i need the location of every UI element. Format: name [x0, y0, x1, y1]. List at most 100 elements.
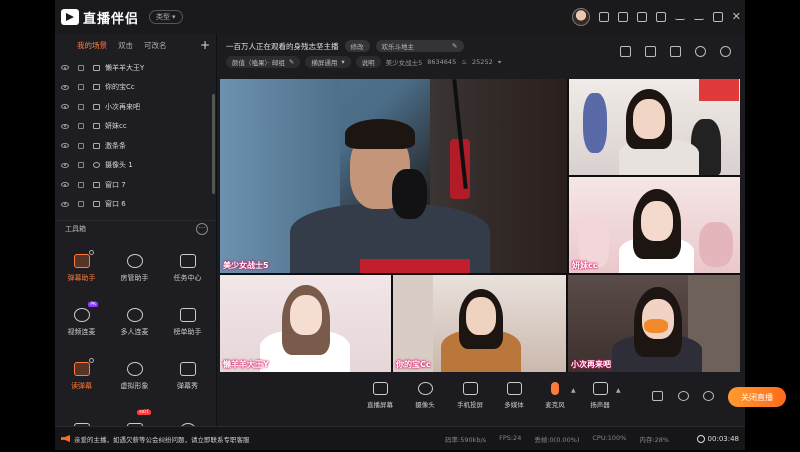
phone-cast-button[interactable]: 手机投屏 [448, 382, 492, 409]
message-icon[interactable] [598, 12, 609, 22]
add-scene-icon[interactable]: + [200, 38, 210, 52]
video-cell-bottom-right[interactable]: 小次再来吧 [568, 275, 740, 372]
chevron-down-icon: ▾ [341, 58, 345, 66]
tool-virtual-avatar[interactable]: 虚拟形象 [108, 354, 161, 398]
tool-label: 房管助手 [120, 273, 149, 282]
image-icon [93, 103, 100, 110]
title-bar: 直播伴侣 类型 ▾ ✕ [55, 0, 745, 34]
lock-icon[interactable] [78, 142, 84, 149]
more-icon[interactable]: ··· [196, 223, 208, 235]
lock-icon[interactable] [78, 123, 84, 130]
lock-icon[interactable] [78, 162, 84, 169]
category-label: 颜值（嗑果）· 邮组 [232, 59, 285, 67]
minimize-icon[interactable] [693, 14, 704, 20]
screen-share-icon[interactable] [636, 12, 647, 22]
share-icon[interactable] [720, 46, 731, 57]
camera-button[interactable]: 摄像头 [403, 382, 447, 409]
source-item[interactable]: 你的宝Cc [55, 78, 216, 98]
notice-icon[interactable] [617, 12, 628, 22]
app-logo: 直播伴侣 [61, 8, 139, 27]
eye-icon[interactable] [61, 104, 69, 110]
lock-icon[interactable] [78, 181, 84, 188]
video-cell-main[interactable]: 美少女战士5 [220, 79, 567, 273]
stream-title: 一百万人正在观看的身残志坚主播 [226, 41, 339, 51]
bottom-tool-label: 扬声器 [590, 401, 610, 409]
tool-danmaku-assistant[interactable]: 弹幕助手 [55, 246, 108, 290]
stream-stats: 码率:590kb/s FPS:24 丢帧:0(0.00%) CPU:100% 内… [445, 434, 669, 444]
scene-tab-1[interactable]: 双击 [118, 40, 133, 51]
read-danmaku-icon [73, 361, 90, 376]
bell-icon[interactable] [695, 46, 706, 57]
video-cell-mid-right[interactable]: 妍妹cc [569, 177, 740, 273]
type-button[interactable]: 类型 ▾ [149, 10, 183, 24]
gear-icon[interactable] [89, 250, 94, 255]
lock-icon[interactable] [78, 84, 84, 91]
tool-video-link[interactable]: PK 视频连麦 [55, 300, 108, 344]
source-scrollbar[interactable] [212, 94, 215, 194]
category-selector[interactable]: 颜值（嗑果）· 邮组 ✎ [226, 56, 301, 68]
stop-live-button[interactable]: 关闭直播 [728, 387, 786, 407]
source-item[interactable]: 妍妹cc [55, 117, 216, 137]
source-item[interactable]: 小次再来吧 [55, 97, 216, 117]
video-preview[interactable]: 美少女战士5 妍妹cc 懒羊羊大王Y 你的宝Cc 小次再来吧 [220, 79, 740, 372]
tool-task-center[interactable]: 任务中心 [161, 246, 214, 290]
maximize-icon[interactable] [712, 12, 723, 22]
scene-tab-0[interactable]: 我的场景 [77, 40, 107, 51]
video-cell-bottom-mid[interactable]: 你的宝Cc [393, 275, 566, 372]
eye-icon[interactable] [61, 65, 69, 71]
lock-icon[interactable] [78, 64, 84, 71]
video-link-icon [73, 307, 90, 322]
close-icon[interactable]: ✕ [732, 11, 741, 22]
record-icon[interactable] [652, 391, 663, 401]
eye-icon[interactable] [61, 123, 69, 129]
settings-gear-icon[interactable] [703, 391, 714, 401]
eye-icon[interactable] [61, 201, 69, 207]
scene-tab-2[interactable]: 可改名 [144, 40, 167, 51]
tool-label: 任务中心 [173, 273, 202, 282]
window-icon [93, 201, 100, 208]
lock-icon[interactable] [78, 103, 84, 110]
eye-icon[interactable] [61, 84, 69, 90]
eye-icon[interactable] [61, 143, 69, 149]
source-item[interactable]: 激条条 [55, 136, 216, 156]
gift-box-icon[interactable] [620, 46, 631, 57]
tool-danmaku-show[interactable]: 弹幕秀 [161, 354, 214, 398]
microphone-menu-icon[interactable]: ▲ [571, 387, 576, 394]
crop-icon[interactable] [670, 46, 681, 57]
tool-room-admin[interactable]: 房管助手 [108, 246, 161, 290]
lock-icon[interactable] [645, 46, 656, 57]
video-cell-bottom-left[interactable]: 懒羊羊大王Y [220, 275, 391, 372]
megaphone-icon [61, 435, 70, 442]
desc-button[interactable]: 说明 [355, 56, 381, 68]
live-screen-button[interactable]: 直播屏幕 [358, 382, 402, 409]
edit-title-button[interactable]: 修改 [344, 40, 370, 52]
tool-multi-link[interactable]: 多人连麦 [108, 300, 161, 344]
tool-label: 视频连麦 [67, 327, 96, 336]
video-cell-label: 美少女战士5 [223, 261, 269, 270]
user-avatar[interactable] [571, 8, 590, 26]
eye-icon[interactable] [61, 162, 69, 168]
source-item[interactable]: 窗口 7 [55, 175, 216, 195]
mode-selector[interactable]: 横屏通用 ▾ [305, 56, 351, 68]
source-item[interactable]: 摄像头 1 [55, 156, 216, 176]
stream-header: 一百万人正在观看的身残志坚主播 修改 欢乐斗地主 ✎ 颜值（嗑果）· 邮组 ✎ 横屏… [220, 34, 745, 74]
video-cell-top-right[interactable] [569, 79, 740, 175]
gear-icon[interactable] [89, 358, 94, 363]
tool-read-danmaku[interactable]: 读弹幕 [55, 354, 108, 398]
media-button[interactable]: 多媒体 [492, 382, 536, 409]
source-item[interactable]: 窗口 6 [55, 195, 216, 215]
tool-label: 多人连麦 [120, 327, 149, 336]
shirt-icon[interactable] [655, 12, 666, 22]
tool-ranking[interactable]: 榜单助手 [161, 300, 214, 344]
lock-icon[interactable] [78, 201, 84, 208]
image-icon [93, 142, 100, 149]
status-bar: 亲爱的主播，如遇欠薪等公会纠纷问题，请立即联系专职客服 码率:590kb/s F… [55, 426, 745, 450]
speaker-menu-icon[interactable]: ▲ [616, 387, 621, 394]
preview-eye-icon[interactable] [678, 391, 689, 401]
eye-icon[interactable] [61, 182, 69, 188]
room-selector[interactable]: 欢乐斗地主 ✎ [375, 40, 464, 52]
source-item[interactable]: 懒羊羊大王Y [55, 58, 216, 78]
menu-icon[interactable] [674, 14, 685, 20]
notice-text[interactable]: 亲爱的主播，如遇欠薪等公会纠纷问题，请立即联系专职客服 [74, 434, 250, 444]
admin-icon [126, 253, 143, 268]
